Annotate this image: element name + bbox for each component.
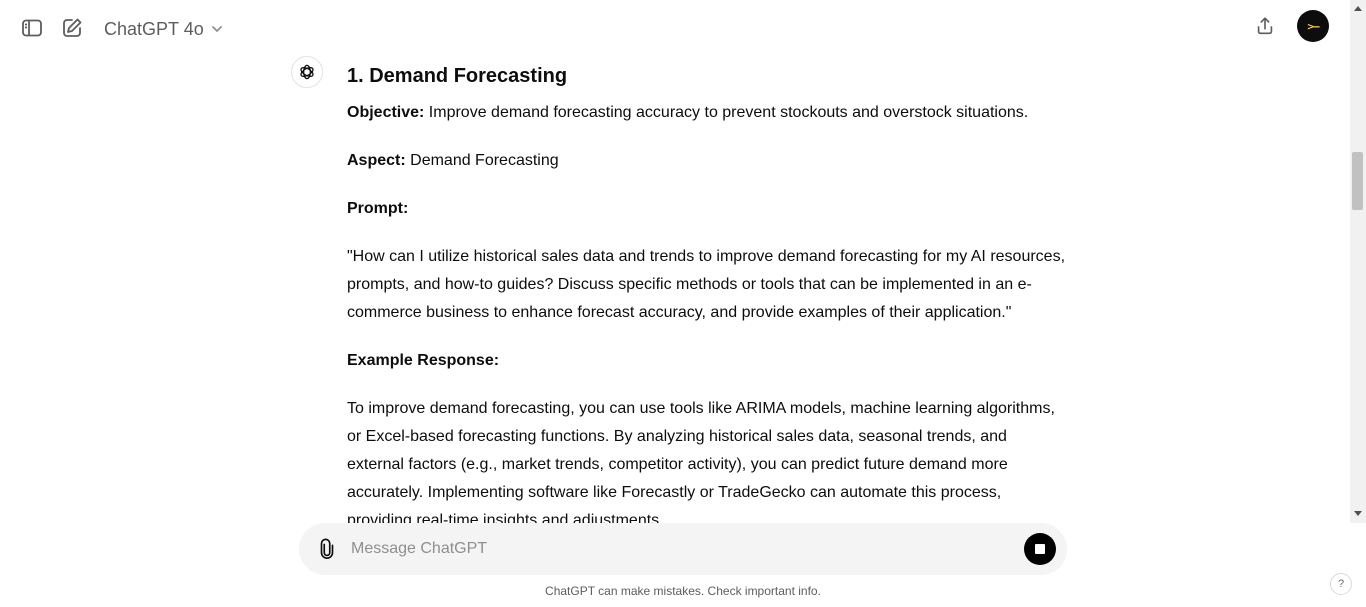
share-icon [1257, 17, 1273, 35]
chevron-down-icon [211, 26, 222, 33]
message-composer [299, 523, 1067, 575]
top-bar: ChatGPT 4o >– [0, 0, 1350, 56]
paperclip-icon [320, 538, 334, 559]
stop-generating-button[interactable] [1024, 533, 1056, 565]
sidebar-toggle-button[interactable] [18, 14, 46, 42]
new-chat-icon [63, 18, 82, 37]
disclaimer-text: ChatGPT can make mistakes. Check importa… [545, 584, 821, 598]
share-button[interactable] [1251, 12, 1279, 40]
objective-label: Objective: [347, 104, 425, 121]
section-heading: 1. Demand Forecasting [347, 65, 568, 87]
scroll-up-arrow[interactable] [1354, 6, 1362, 11]
assistant-avatar [291, 56, 323, 88]
attach-button[interactable] [315, 537, 339, 561]
model-label: ChatGPT 4o [104, 18, 204, 39]
aspect-paragraph: Aspect: Demand Forecasting [347, 147, 1067, 175]
example-label: Example Response: [347, 352, 500, 369]
openai-logo-icon [300, 64, 314, 80]
avatar-text: >– [1307, 19, 1319, 33]
prompt-text: "How can I utilize historical sales data… [347, 248, 1066, 321]
scrollbar-thumb[interactable] [1352, 152, 1363, 210]
user-avatar[interactable]: >– [1297, 10, 1329, 42]
new-chat-button[interactable] [58, 14, 86, 42]
example-text: To improve demand forecasting, you can u… [347, 400, 1055, 523]
objective-paragraph: Objective: Improve demand forecasting ac… [347, 99, 1067, 127]
example-label-paragraph: Example Response: [347, 347, 1067, 375]
assistant-message: 1. Demand Forecasting Objective: Improve… [347, 62, 1067, 523]
aspect-label: Aspect: [347, 152, 406, 169]
conversation-area[interactable]: 1. Demand Forecasting Objective: Improve… [0, 56, 1350, 523]
sidebar-toggle-icon [22, 19, 42, 37]
help-button[interactable]: ? [1330, 573, 1352, 595]
stop-icon [1035, 544, 1045, 554]
aspect-text: Demand Forecasting [405, 152, 559, 169]
prompt-label-paragraph: Prompt: [347, 195, 1067, 223]
objective-text: Improve demand forecasting accuracy to p… [424, 104, 1029, 121]
model-selector[interactable]: ChatGPT 4o [104, 16, 224, 42]
message-input[interactable] [351, 535, 1011, 563]
scroll-down-arrow[interactable] [1354, 511, 1362, 516]
prompt-label: Prompt: [347, 200, 409, 217]
scrollbar[interactable] [1350, 0, 1366, 523]
